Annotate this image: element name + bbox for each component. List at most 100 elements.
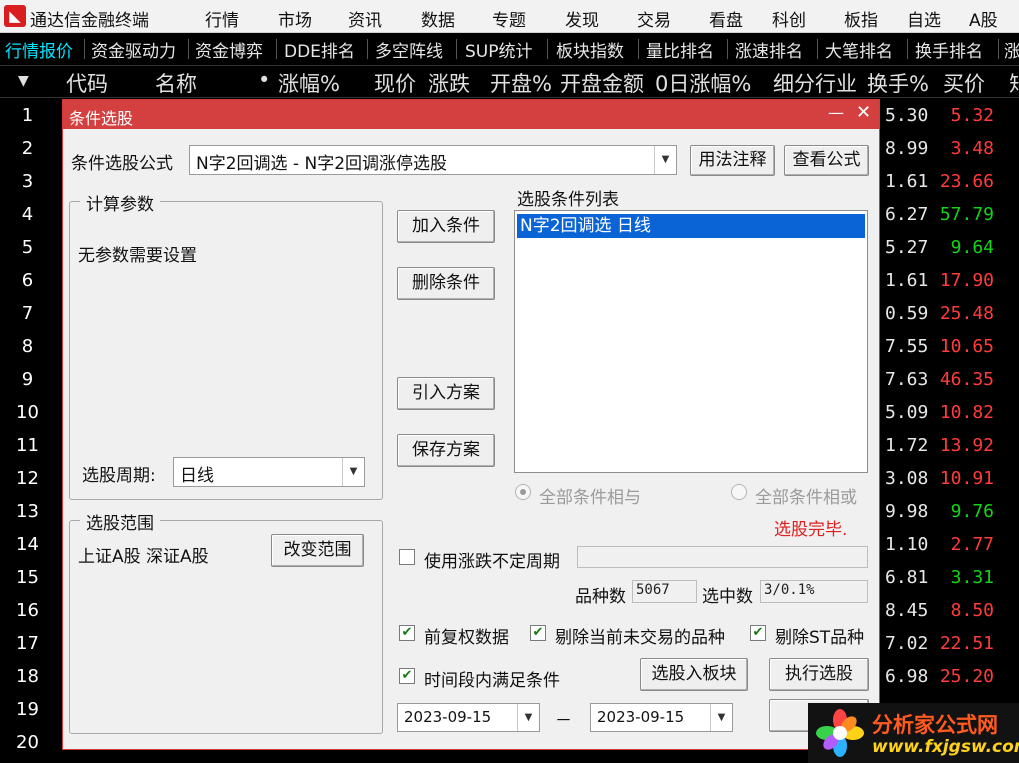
tab-duokong-zhenxian[interactable]: 多空阵线 [375, 37, 443, 62]
row-turnover-value: 8.99 [885, 138, 929, 159]
tab-separator [998, 39, 999, 59]
menu-item-shuju[interactable]: 数据 [421, 6, 455, 31]
exclude-st-checkbox[interactable]: ✔ [750, 625, 766, 641]
col-n-day-change[interactable]: 0日涨幅% [655, 68, 751, 97]
date-from-picker[interactable]: 2023-09-15 ▼ [397, 703, 540, 732]
formula-value: N字2回调选 - N字2回调涨停选股 [196, 154, 448, 174]
menu-item-zixuan[interactable]: 自选 [907, 6, 941, 31]
app-title: 通达信金融终端 [30, 11, 149, 31]
row-turnover-value: 0.59 [885, 303, 929, 324]
radio-or-label: 全部条件相或 [755, 488, 857, 508]
col-overflow[interactable]: 矩 [1009, 68, 1019, 97]
watermark-name: 分析家公式网 [872, 713, 998, 737]
import-scheme-button[interactable]: 引入方案 [397, 377, 495, 410]
condition-list-item[interactable]: N字2回调选 日线 [517, 214, 865, 238]
row-number: 14 [16, 534, 39, 555]
formula-select[interactable]: N字2回调选 - N字2回调涨停选股 ▼ [189, 145, 677, 175]
save-scheme-button[interactable]: 保存方案 [397, 434, 495, 467]
row-turnover-value: 7.02 [885, 633, 929, 654]
menu-item-shichang[interactable]: 市场 [278, 6, 312, 31]
change-scope-button[interactable]: 改变范围 [271, 534, 364, 567]
col-turnover[interactable]: 换手% [867, 68, 929, 97]
dialog-titlebar[interactable]: 条件选股 — ✕ [63, 100, 879, 129]
row-bid-value: 57.79 [939, 204, 994, 225]
col-change-pct[interactable]: 涨幅% [278, 68, 340, 97]
menu-item-faxian[interactable]: 发现 [565, 6, 599, 31]
use-var-period-checkbox[interactable] [399, 549, 415, 565]
tab-zijin-boyi[interactable]: 资金博弈 [195, 37, 263, 62]
col-bid[interactable]: 买价 [943, 68, 985, 97]
tab-dabi-paiming[interactable]: 大笔排名 [825, 37, 893, 62]
chevron-down-icon[interactable]: ▼ [342, 458, 364, 486]
radio-and[interactable] [515, 484, 531, 500]
col-change[interactable]: 涨跌 [428, 68, 470, 97]
fq-data-label: 前复权数据 [424, 628, 509, 648]
var-period-field[interactable] [577, 546, 868, 568]
add-condition-button[interactable]: 加入条件 [397, 210, 495, 243]
period-meet-checkbox[interactable]: ✔ [399, 668, 415, 684]
row-bid-value: 10.91 [939, 468, 994, 489]
no-params-text: 无参数需要设置 [78, 246, 197, 266]
row-number: 2 [21, 138, 34, 159]
row-turnover-value: 3.08 [885, 468, 929, 489]
formula-label: 条件选股公式 [71, 154, 173, 174]
minimize-icon[interactable]: — [828, 103, 844, 122]
tab-hangqing-baojia[interactable]: 行情报价 [5, 37, 73, 62]
tab-dde-paiming[interactable]: DDE排名 [284, 37, 355, 62]
date-to-value: 2023-09-15 [597, 708, 685, 726]
menu-item-banzhi[interactable]: 板指 [844, 6, 878, 31]
col-sub-industry[interactable]: 细分行业 [773, 68, 857, 97]
tab-zhangsu-paiming[interactable]: 涨速排名 [735, 37, 803, 62]
date-to-picker[interactable]: 2023-09-15 ▼ [590, 703, 733, 732]
tab-separator [188, 39, 189, 59]
condition-list-label: 选股条件列表 [517, 190, 619, 210]
delete-condition-button[interactable]: 删除条件 [397, 267, 495, 300]
col-name[interactable]: 名称 [155, 68, 197, 97]
add-to-block-button[interactable]: 选股入板块 [640, 658, 748, 691]
menu-item-jiaoyi[interactable]: 交易 [637, 6, 671, 31]
tab-separator [907, 39, 908, 59]
menu-item-hangqing[interactable]: 行情 [205, 6, 239, 31]
col-code[interactable]: 代码 [66, 68, 108, 97]
row-bid-value: 5.32 [950, 105, 994, 126]
row-turnover-value: 6.81 [885, 567, 929, 588]
menu-item-zhuanti[interactable]: 专题 [492, 6, 526, 31]
tab-liangbi-paiming[interactable]: 量比排名 [646, 37, 714, 62]
close-icon[interactable]: ✕ [856, 102, 871, 123]
col-price[interactable]: 现价 [374, 68, 416, 97]
condition-list[interactable]: N字2回调选 日线 [514, 210, 868, 473]
chevron-down-icon[interactable]: ▼ [517, 704, 539, 731]
period-select[interactable]: 日线 ▼ [173, 457, 365, 487]
row-bid-value: 25.20 [939, 666, 994, 687]
date-from-value: 2023-09-15 [404, 708, 492, 726]
view-formula-button[interactable]: 查看公式 [784, 145, 869, 176]
tab-huanshou-paiming[interactable]: 换手排名 [915, 37, 983, 62]
scope-group-title: 选股范围 [80, 509, 160, 534]
menu-item-zixun[interactable]: 资讯 [348, 6, 382, 31]
tab-zijin-qudongli[interactable]: 资金驱动力 [91, 37, 176, 62]
column-menu-icon[interactable]: ▼ [18, 73, 29, 89]
fq-data-checkbox[interactable]: ✔ [399, 625, 415, 641]
app-logo-icon: ◣ [4, 5, 26, 27]
radio-or[interactable] [731, 484, 747, 500]
menu-item-kanpan[interactable]: 看盘 [709, 6, 743, 31]
row-bid-value: 22.51 [939, 633, 994, 654]
col-open-amount[interactable]: 开盘金额 [560, 68, 644, 97]
chevron-down-icon[interactable]: ▼ [710, 704, 732, 731]
exclude-untraded-checkbox[interactable]: ✔ [530, 625, 546, 641]
execute-select-button[interactable]: 执行选股 [769, 658, 869, 691]
col-open-pct[interactable]: 开盘% [490, 68, 552, 97]
row-turnover-value: 7.63 [885, 369, 929, 390]
row-turnover-value: 1.10 [885, 534, 929, 555]
exclude-untraded-label: 剔除当前未交易的品种 [555, 628, 725, 648]
chevron-down-icon[interactable]: ▼ [654, 146, 676, 174]
menu-bar: ◣ 通达信金融终端 行情 市场 资讯 数据 专题 发现 交易 看盘 科创 板指 … [0, 0, 1019, 33]
tab-overflow[interactable]: 涨 [1004, 37, 1019, 62]
tab-bankuai-zhishu[interactable]: 板块指数 [556, 37, 624, 62]
menu-item-kechuang[interactable]: 科创 [772, 6, 806, 31]
usage-notes-button[interactable]: 用法注释 [690, 145, 775, 176]
status-text: 选股完毕. [774, 520, 848, 540]
tab-sup-tongji[interactable]: SUP统计 [465, 37, 533, 62]
row-number: 6 [21, 270, 34, 291]
menu-item-agu[interactable]: A股 [969, 6, 998, 31]
